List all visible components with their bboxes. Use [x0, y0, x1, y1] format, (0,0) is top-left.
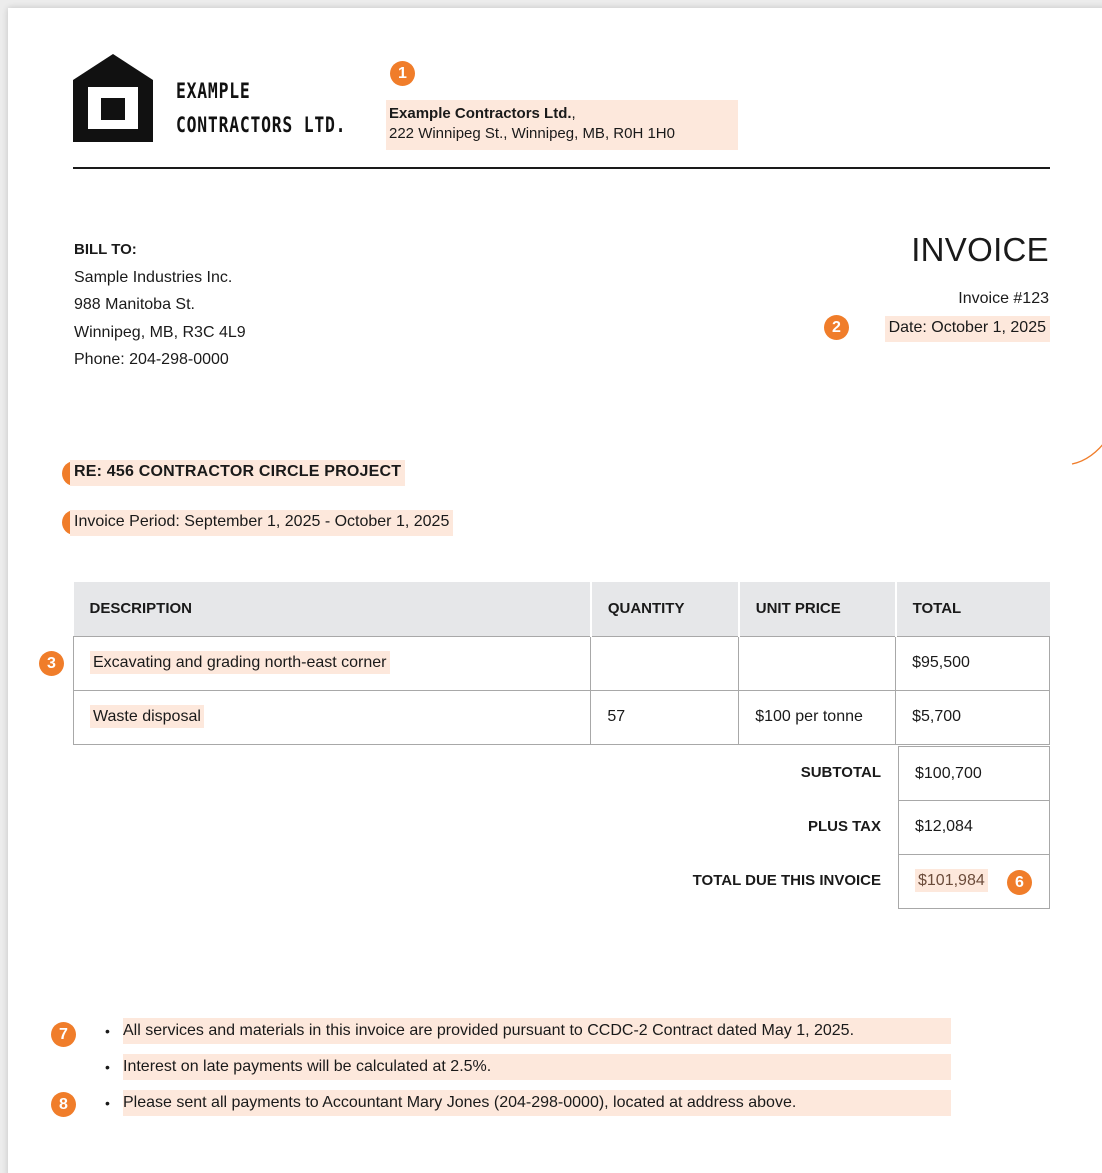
- logo-wordmark: EXAMPLE CONTRACTORS LTD.: [176, 79, 347, 137]
- tax-value: $12,084: [898, 800, 1050, 855]
- bill-to-block: BILL TO: Sample Industries Inc. 988 Mani…: [74, 236, 246, 374]
- item-unit-price: [738, 635, 897, 691]
- bullet: •: [105, 1095, 110, 1111]
- total-due-row: TOTAL DUE THIS INVOICE $101,984: [73, 854, 1050, 909]
- bullet: •: [105, 1023, 110, 1039]
- line-items-table: DESCRIPTION QUANTITY UNIT PRICE TOTAL Ex…: [72, 582, 1050, 745]
- bill-to-line: Winnipeg, MB, R3C 4L9: [74, 323, 246, 341]
- invoice-page: EXAMPLE CONTRACTORS LTD. 1 Example Contr…: [8, 8, 1102, 1173]
- tax-label: PLUS TAX: [807, 818, 881, 835]
- table-row: Waste disposal 57 $100 per tonne $5,700: [72, 689, 1050, 745]
- annotation-badge-2: 2: [824, 315, 849, 340]
- annotation-badge-1: 1: [390, 61, 415, 86]
- invoice-period: Invoice Period: September 1, 2025 - Octo…: [70, 510, 454, 536]
- invoice-number: Invoice #123: [958, 290, 1049, 307]
- annotation-badge-3: 3: [39, 651, 64, 676]
- re-project-line: RE: 456 CONTRACTOR CIRCLE PROJECT: [70, 460, 406, 486]
- list-item: • Interest on late payments will be calc…: [103, 1054, 951, 1080]
- bill-to-line: 988 Manitoba St.: [74, 296, 195, 313]
- table-header-row: DESCRIPTION QUANTITY UNIT PRICE TOTAL: [73, 582, 1050, 636]
- column-header: UNIT PRICE: [738, 582, 897, 636]
- company-name: Example Contractors Ltd.: [389, 105, 572, 122]
- total-due-label: TOTAL DUE THIS INVOICE: [692, 872, 881, 889]
- subtotal-value: $100,700: [898, 746, 1050, 801]
- invoice-date: Date: October 1, 2025: [884, 316, 1050, 342]
- subtotal-label: SUBTOTAL: [800, 764, 881, 781]
- list-item: • Please sent all payments to Accountant…: [103, 1090, 951, 1116]
- item-unit-price: $100 per tonne: [738, 689, 897, 745]
- item-total: $95,500: [895, 635, 1050, 691]
- invoice-title: INVOICE: [911, 231, 1049, 268]
- column-header: DESCRIPTION: [73, 582, 592, 636]
- item-total: $5,700: [895, 689, 1050, 745]
- list-item: • All services and materials in this inv…: [103, 1018, 951, 1044]
- totals-summary: SUBTOTAL $100,700 PLUS TAX $12,084 TOTAL…: [73, 746, 1050, 909]
- bullet: •: [105, 1059, 110, 1075]
- note-text: Interest on late payments will be calcul…: [123, 1054, 951, 1080]
- column-header: TOTAL: [895, 582, 1050, 636]
- house-logo-icon: [73, 54, 153, 142]
- item-description: Excavating and grading north-east corner: [90, 651, 390, 674]
- bill-to-line: Phone: 204-298-0000: [74, 351, 229, 368]
- note-text: All services and materials in this invoi…: [123, 1018, 951, 1044]
- column-header: QUANTITY: [590, 582, 740, 636]
- bill-to-label: BILL TO:: [74, 241, 137, 258]
- annotation-badge-6: 6: [1007, 870, 1032, 895]
- table-row: Excavating and grading north-east corner…: [72, 635, 1050, 691]
- item-quantity: 57: [590, 689, 740, 745]
- item-description: Waste disposal: [90, 705, 204, 728]
- tax-row: PLUS TAX $12,084: [73, 800, 1050, 855]
- bill-to-line: Sample Industries Inc.: [74, 268, 233, 286]
- total-due-value: $101,984: [915, 869, 988, 892]
- annotation-badge-7: 7: [51, 1022, 76, 1047]
- notes-list: • All services and materials in this inv…: [103, 1018, 951, 1126]
- annotation-badge-8: 8: [51, 1092, 76, 1117]
- company-address: 222 Winnipeg St., Winnipeg, MB, R0H 1H0: [389, 125, 675, 142]
- item-quantity: [590, 635, 740, 691]
- company-address-block: Example Contractors Ltd., 222 Winnipeg S…: [386, 100, 738, 150]
- note-text: Please sent all payments to Accountant M…: [123, 1090, 951, 1116]
- decorative-curve: [1071, 444, 1102, 465]
- header-divider: [73, 167, 1050, 169]
- subtotal-row: SUBTOTAL $100,700: [73, 746, 1050, 801]
